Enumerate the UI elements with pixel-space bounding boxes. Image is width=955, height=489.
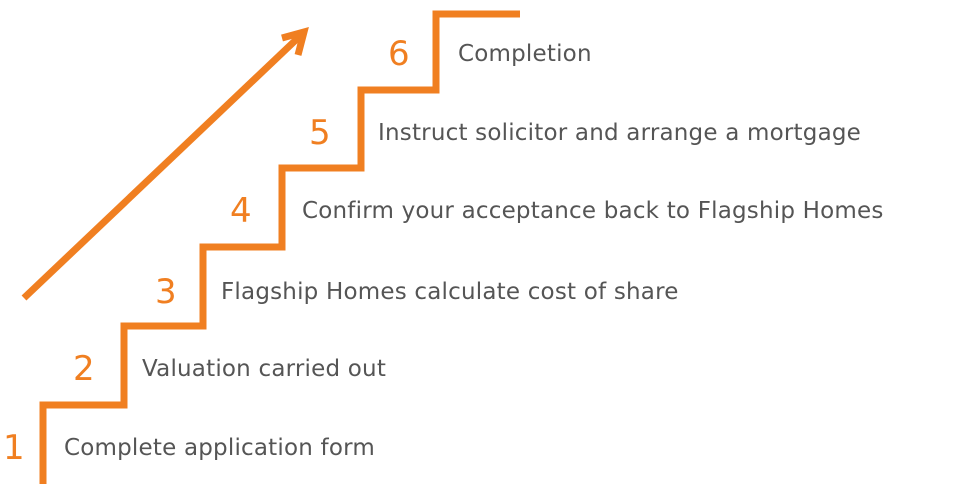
step-6-number: 6 bbox=[388, 34, 410, 74]
step-2-label: Valuation carried out bbox=[142, 356, 387, 382]
step-3-number: 3 bbox=[155, 272, 177, 312]
step-3-label: Flagship Homes calculate cost of share bbox=[221, 279, 679, 305]
staircase-process-diagram: 1 Complete application form 2 Valuation … bbox=[0, 0, 955, 485]
step-6-label: Completion bbox=[458, 41, 592, 67]
arrow-shaft bbox=[21, 33, 303, 301]
step-2-number: 2 bbox=[73, 349, 95, 389]
staircase-graphic bbox=[21, 10, 520, 484]
step-5-number: 5 bbox=[309, 113, 331, 153]
arrow-up-right-icon bbox=[21, 27, 309, 301]
step-1-label: Complete application form bbox=[64, 435, 375, 461]
step-4-label: Confirm your acceptance back to Flagship… bbox=[302, 198, 884, 224]
step-1-number: 1 bbox=[3, 428, 25, 468]
step-5-label: Instruct solicitor and arrange a mortgag… bbox=[378, 120, 862, 146]
staircase-line bbox=[39, 10, 520, 484]
step-4-number: 4 bbox=[230, 191, 252, 231]
